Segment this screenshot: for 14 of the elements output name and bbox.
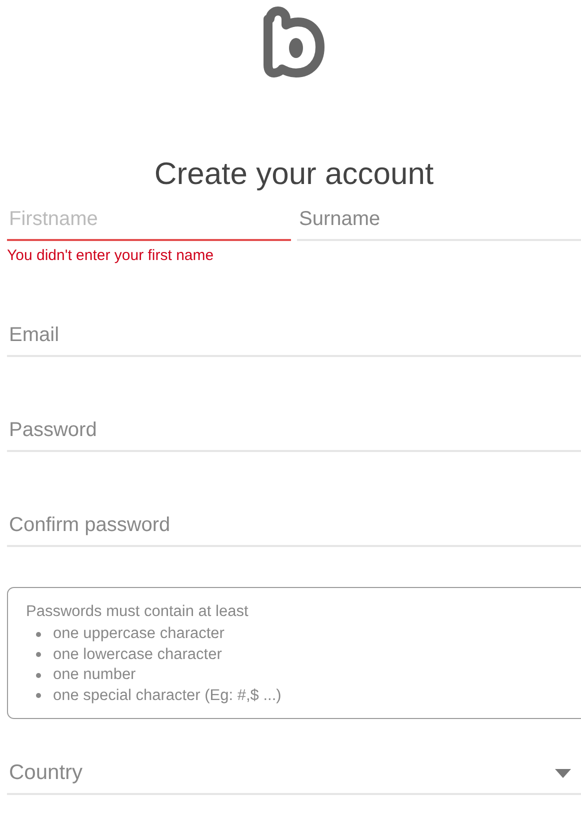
bullet-icon [36,672,41,678]
page-title: Create your account [153,155,435,193]
bullet-icon [36,693,41,698]
bullet-icon [36,632,41,637]
caret-icon [555,768,571,778]
bullet-icon [36,652,41,658]
rule-text: one lowercase character [53,644,222,664]
country-select[interactable]: Country [7,759,581,795]
rule-text: one uppercase character [53,624,224,644]
error-message: You didn't enter your first name [7,247,215,264]
rule-text: one number [53,665,136,685]
rule-text: one special character (Eg: #,$ ...) [53,686,282,706]
rules-heading: Passwords must contain at least [26,602,250,622]
input-field[interactable]: Firstname [7,202,291,241]
